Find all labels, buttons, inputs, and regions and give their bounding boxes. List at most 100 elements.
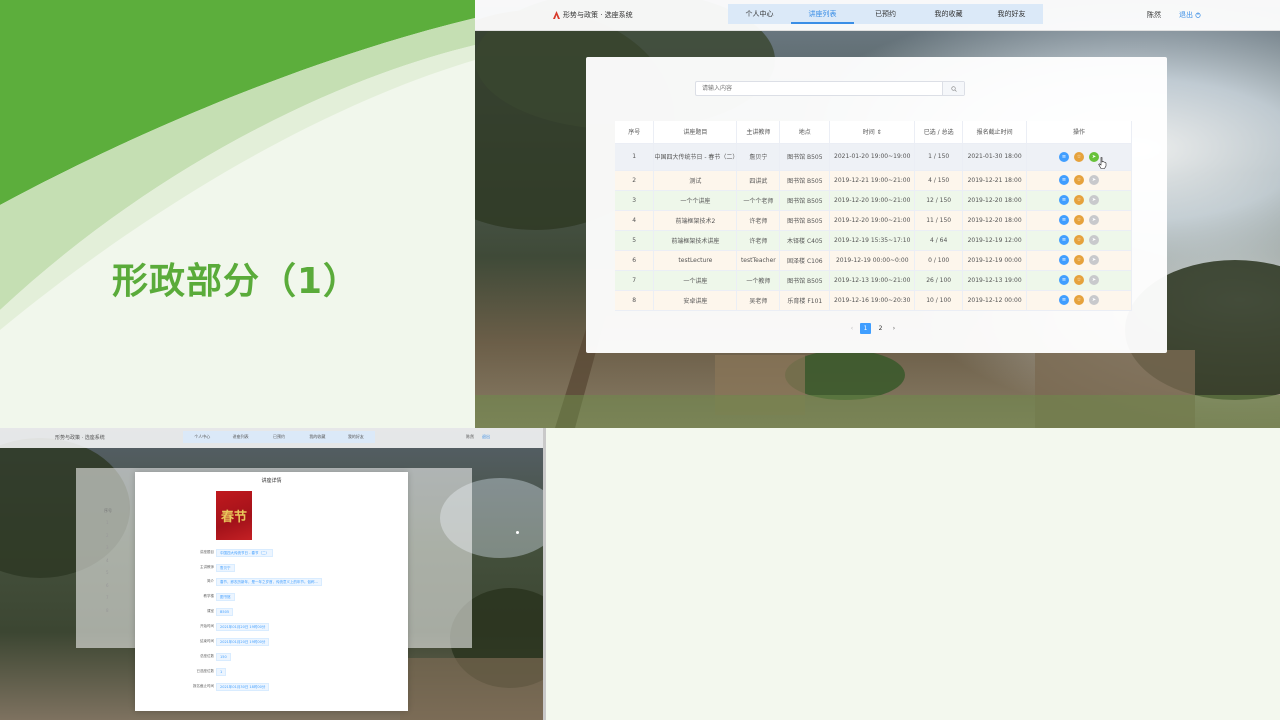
table-row[interactable]: 6 testLecture testTeacher 固泽楼 C106 2019-12-1…	[615, 250, 1132, 271]
book-seat-button[interactable]: ➤	[1089, 235, 1100, 245]
next-page-button[interactable]: ›	[890, 325, 898, 332]
table-row[interactable]: 1 中国四大传统节日 - 春节（二） 詹贝宁 图书馆 B505 2021-01-20 1…	[615, 143, 1132, 171]
cell-no: 2	[615, 170, 655, 191]
cell-actions: ≡ ☆ ➤	[1026, 143, 1132, 171]
cell-count: 4 / 150	[914, 170, 964, 191]
book-seat-button[interactable]: ➤	[1089, 275, 1100, 285]
field-label: 报名截止时间	[193, 684, 214, 688]
cell-place: 图书馆 B505	[779, 190, 831, 211]
book-seat-button[interactable]: ➤	[1089, 215, 1100, 225]
cell-time: 2021-01-20 19:00~19:00	[829, 143, 916, 171]
tab-friends-2[interactable]: 我的好友	[337, 431, 375, 443]
cell-deadline: 2019-12-13 19:00	[962, 270, 1028, 291]
favorite-button[interactable]: ☆	[1074, 151, 1085, 162]
book-seat-button[interactable]: ➤	[1089, 195, 1100, 205]
lecture-list-screenshot: 形势与政策 · 选座系统 个人中心 讲座列表 已预约 我的收藏 我的好友 陈然 …	[475, 0, 1280, 428]
cell-teacher: 一个教师	[736, 270, 781, 291]
book-seat-button[interactable]: ➤	[1089, 255, 1100, 265]
favorite-button[interactable]: ☆	[1074, 275, 1085, 285]
tab-personal-center[interactable]: 个人中心	[728, 4, 791, 24]
tab-lecture-list-2[interactable]: 讲座列表	[221, 431, 259, 443]
view-detail-button[interactable]: ≡	[1059, 175, 1070, 185]
cell-place: 乐育楼 F101	[779, 290, 831, 311]
view-detail-button[interactable]: ≡	[1059, 195, 1070, 205]
bg-row: 3	[106, 545, 109, 550]
panel-divider	[543, 428, 546, 720]
tab-personal-center-2[interactable]: 个人中心	[183, 431, 221, 443]
tab-favorites[interactable]: 我的收藏	[917, 4, 980, 24]
cell-place: 图书馆 B505	[779, 170, 831, 191]
cell-title: 一个讲座	[653, 270, 738, 291]
favorite-button[interactable]: ☆	[1074, 175, 1085, 185]
favorite-button[interactable]: ☆	[1074, 295, 1085, 305]
cell-actions: ≡ ☆ ➤	[1026, 210, 1132, 231]
page-1-button[interactable]: 1	[860, 323, 871, 334]
cell-no: 3	[615, 190, 655, 211]
nav-tabs-2: 个人中心 讲座列表 已预约 我的收藏 我的好友	[183, 431, 375, 443]
field-label: 讲座题目	[200, 550, 214, 554]
cell-teacher: testTeacher	[736, 250, 781, 271]
cell-deadline: 2019-12-19 00:00	[962, 250, 1028, 271]
search-button[interactable]	[942, 82, 964, 95]
table-row[interactable]: 5 前端框架技术讲座 许老师 木铎楼 C405 2019-12-19 15:35~17:…	[615, 230, 1132, 251]
field-value: 2021年01月20日 19时00分	[216, 638, 270, 646]
book-seat-button[interactable]: ➤	[1089, 295, 1100, 305]
lecture-poster: 春节	[216, 491, 252, 540]
detail-field: 结束时间 2021年01月20日 19时00分	[135, 638, 408, 646]
table-row[interactable]: 3 一个个讲座 一个个老师 图书馆 B505 2019-12-20 19:00~21:0…	[615, 190, 1132, 211]
cell-teacher: 许老师	[736, 210, 781, 231]
field-value: 詹贝宁	[216, 564, 235, 572]
table-row[interactable]: 4 前端框架技术2 许老师 图书馆 B505 2019-12-20 19:00~21:0…	[615, 210, 1132, 231]
search-input[interactable]	[696, 82, 941, 95]
view-detail-button[interactable]: ≡	[1059, 151, 1070, 162]
cell-deadline: 2019-12-20 18:00	[962, 210, 1028, 231]
detail-field: 主讲教师 詹贝宁	[135, 564, 408, 572]
cell-time: 2019-12-19 15:35~17:10	[829, 230, 916, 251]
table-row[interactable]: 8 安卓讲座 吴老师 乐育楼 F101 2019-12-16 19:00~20:30 10…	[615, 290, 1132, 311]
view-detail-button[interactable]: ≡	[1059, 215, 1070, 225]
modal-title: 讲座详情	[261, 478, 282, 484]
bg-row: 6	[106, 582, 109, 588]
cell-count: 0 / 100	[914, 250, 964, 271]
cell-time: 2019-12-13 19:00~21:00	[829, 270, 916, 291]
table-row[interactable]: 2 测试 四讲武 图书馆 B505 2019-12-21 19:00~21:00 4 / …	[615, 170, 1132, 191]
cell-count: 12 / 150	[914, 190, 964, 211]
tab-lecture-list[interactable]: 讲座列表	[791, 4, 854, 24]
view-detail-button[interactable]: ≡	[1059, 235, 1070, 245]
book-seat-button[interactable]: ➤	[1089, 175, 1100, 185]
field-value: 图书馆	[216, 593, 235, 601]
logout-button[interactable]: 退出	[1179, 10, 1201, 20]
tab-favorites-2[interactable]: 我的收藏	[298, 431, 336, 443]
brand[interactable]: 形势与政策 · 选座系统	[553, 10, 633, 20]
col-actions: 操作	[1026, 121, 1132, 144]
table-row[interactable]: 7 一个讲座 一个教师 图书馆 B505 2019-12-13 19:00~21:00 2…	[615, 270, 1132, 291]
view-detail-button[interactable]: ≡	[1059, 295, 1070, 305]
cell-title: 前端框架技术2	[653, 210, 738, 231]
tab-booked-2[interactable]: 已预约	[260, 431, 298, 443]
slide-title: 形政部分（1）	[112, 261, 361, 302]
cell-time: 2019-12-20 19:00~21:00	[829, 210, 916, 231]
tab-booked[interactable]: 已预约	[854, 4, 917, 24]
prev-page-button[interactable]: ‹	[848, 325, 856, 332]
cell-deadline: 2019-12-12 00:00	[962, 290, 1028, 311]
page-2-button[interactable]: 2	[875, 323, 886, 334]
username[interactable]: 陈然	[1147, 10, 1161, 20]
favorite-button[interactable]: ☆	[1074, 195, 1085, 205]
favorite-button[interactable]: ☆	[1074, 235, 1085, 245]
brand-2[interactable]: 形势与政策 · 选座系统	[55, 434, 105, 441]
username-2[interactable]: 陈然	[466, 434, 474, 440]
detail-field: 简介 春节，即农历新年，是一年之岁首，传统意义上的年节。俗称...	[135, 578, 408, 586]
bg-row: 7	[106, 595, 109, 600]
view-detail-button[interactable]: ≡	[1059, 255, 1070, 265]
col-time[interactable]: 时间 ⇕	[829, 121, 916, 144]
col-deadline: 报名截止时间	[962, 121, 1028, 144]
cell-place: 固泽楼 C106	[779, 250, 831, 271]
favorite-button[interactable]: ☆	[1074, 215, 1085, 225]
favorite-button[interactable]: ☆	[1074, 255, 1085, 265]
field-label: 已选座位数	[196, 669, 215, 673]
view-detail-button[interactable]: ≡	[1059, 275, 1070, 285]
tab-friends[interactable]: 我的好友	[980, 4, 1043, 24]
logout-button-2[interactable]: 退出	[482, 434, 490, 440]
table-header-row: 序号 讲座题目 主讲教师 地点 时间 ⇕ 已选 / 总选 报名截止时间 操作	[615, 121, 1132, 144]
field-label: 课室	[207, 609, 214, 613]
